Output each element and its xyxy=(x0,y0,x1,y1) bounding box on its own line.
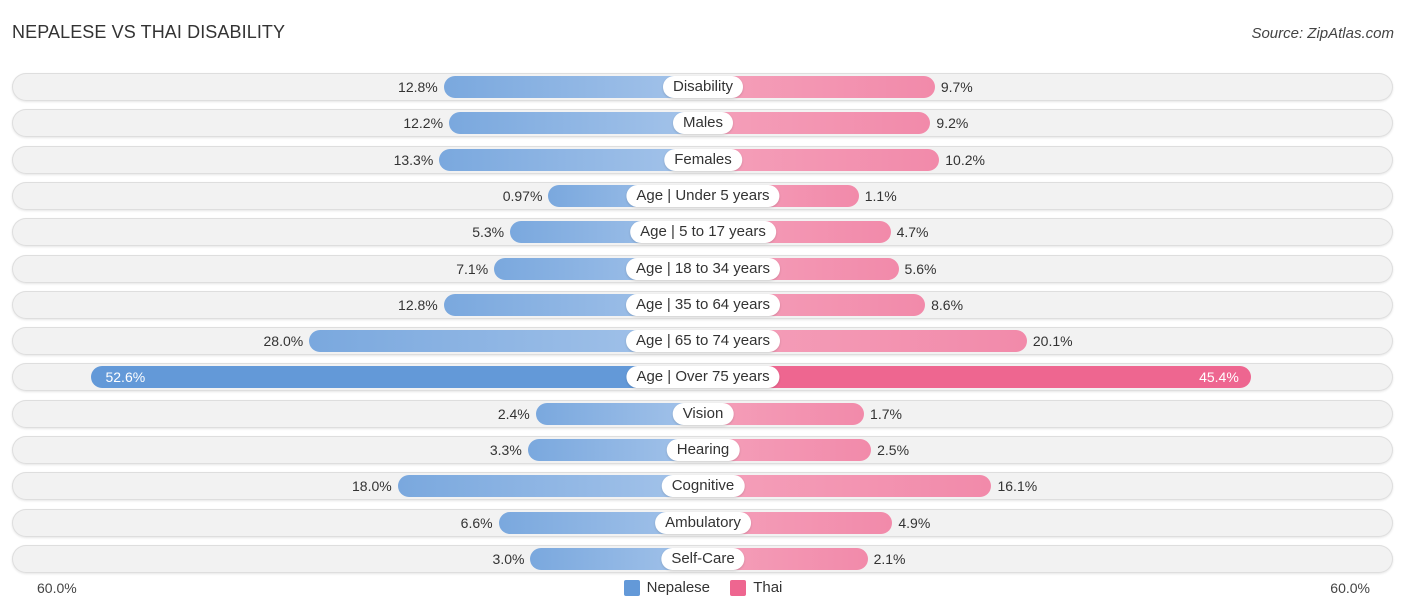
chart-row: 6.6% 4.9% Ambulatory xyxy=(12,508,1393,537)
value-label-nepalese: 0.97% xyxy=(502,187,543,204)
value-label-thai: 4.7% xyxy=(896,224,929,241)
chart-row: 7.1% 5.6% Age | 18 to 34 years xyxy=(12,254,1393,283)
chart-row: 28.0% 20.1% Age | 65 to 74 years xyxy=(12,327,1393,356)
legend-item-thai[interactable]: Thai xyxy=(730,579,782,596)
value-label-nepalese: 12.8% xyxy=(398,79,438,95)
value-label-thai: 45.4% xyxy=(1199,369,1239,386)
category-label: Females xyxy=(664,148,742,171)
category-label: Hearing xyxy=(666,439,740,461)
category-label: Males xyxy=(672,112,734,135)
category-label: Cognitive xyxy=(661,475,745,498)
bar-thai[interactable] xyxy=(703,112,931,135)
value-label-thai: 5.6% xyxy=(904,260,937,277)
chart-row: 18.0% 16.1% Cognitive xyxy=(12,472,1393,501)
value-label-thai: 16.1% xyxy=(997,478,1038,495)
value-label-nepalese: 12.2% xyxy=(403,115,444,132)
category-label: Age | 5 to 17 years xyxy=(630,221,776,244)
chart-row: 5.3% 4.7% Age | 5 to 17 years xyxy=(12,218,1393,247)
category-label: Vision xyxy=(672,402,734,425)
category-label: Age | Over 75 years xyxy=(626,366,780,389)
chart-row: 3.3% 2.5% Hearing xyxy=(12,436,1393,464)
bar-thai[interactable] xyxy=(703,475,992,498)
chart-row: 0.97% 1.1% Age | Under 5 years xyxy=(12,181,1393,210)
chart-row: 3.0% 2.1% Self-Care xyxy=(12,544,1393,573)
legend-swatch-nepalese xyxy=(623,579,640,596)
category-label: Age | 35 to 64 years xyxy=(626,293,780,316)
value-label-nepalese: 6.6% xyxy=(460,514,493,531)
legend-item-nepalese[interactable]: Nepalese xyxy=(623,579,711,596)
category-label: Age | Under 5 years xyxy=(626,184,780,207)
chart-row: 2.4% 1.7% Vision xyxy=(12,399,1393,428)
chart-title: NEPALESE VS THAI DISABILITY xyxy=(12,22,286,42)
bar-thai[interactable] xyxy=(703,366,1251,389)
bar-nepalese[interactable] xyxy=(449,112,703,135)
value-label-thai: 4.9% xyxy=(898,514,931,531)
chart-row: 52.6% 45.4% Age | Over 75 years xyxy=(12,363,1393,392)
legend-swatch-thai xyxy=(730,579,747,596)
value-label-thai: 10.2% xyxy=(945,151,985,168)
value-label-thai: 9.2% xyxy=(936,115,969,132)
chart-row: 12.2% 9.2% Males xyxy=(12,109,1393,138)
value-label-thai: 2.1% xyxy=(873,550,906,567)
legend: Nepalese Thai xyxy=(0,579,1406,600)
category-label: Age | 65 to 74 years xyxy=(626,330,780,353)
value-label-thai: 1.7% xyxy=(870,405,902,422)
value-label-nepalese: 52.6% xyxy=(105,369,146,386)
value-label-thai: 2.5% xyxy=(877,442,910,458)
legend-label-thai: Thai xyxy=(753,579,783,596)
value-label-nepalese: 3.0% xyxy=(492,550,525,567)
chart-row: 12.8% 9.7% Disability xyxy=(12,73,1393,101)
chart-row: 13.3% 10.2% Females xyxy=(12,145,1393,174)
value-label-nepalese: 2.4% xyxy=(497,405,530,422)
value-label-thai: 1.1% xyxy=(864,187,897,204)
bar-nepalese[interactable] xyxy=(397,475,703,498)
value-label-nepalese: 18.0% xyxy=(352,478,392,495)
category-label: Self-Care xyxy=(661,547,745,570)
value-label-nepalese: 13.3% xyxy=(393,151,434,168)
category-label: Ambulatory xyxy=(655,511,751,534)
value-label-nepalese: 3.3% xyxy=(489,442,522,458)
category-label: Age | 18 to 34 years xyxy=(626,257,780,280)
source-label: Source: ZipAtlas.com xyxy=(1251,25,1394,42)
legend-label-nepalese: Nepalese xyxy=(646,579,711,596)
value-label-nepalese: 12.8% xyxy=(398,296,438,313)
category-label: Disability xyxy=(662,76,744,98)
chart-row: 12.8% 8.6% Age | 35 to 64 years xyxy=(12,290,1393,319)
value-label-nepalese: 7.1% xyxy=(456,260,489,277)
value-label-thai: 20.1% xyxy=(1032,333,1073,350)
bar-nepalese[interactable] xyxy=(91,366,703,389)
value-label-nepalese: 5.3% xyxy=(472,224,505,241)
value-label-nepalese: 28.0% xyxy=(263,333,304,350)
value-label-thai: 8.6% xyxy=(931,296,964,313)
value-label-thai: 9.7% xyxy=(940,79,973,95)
